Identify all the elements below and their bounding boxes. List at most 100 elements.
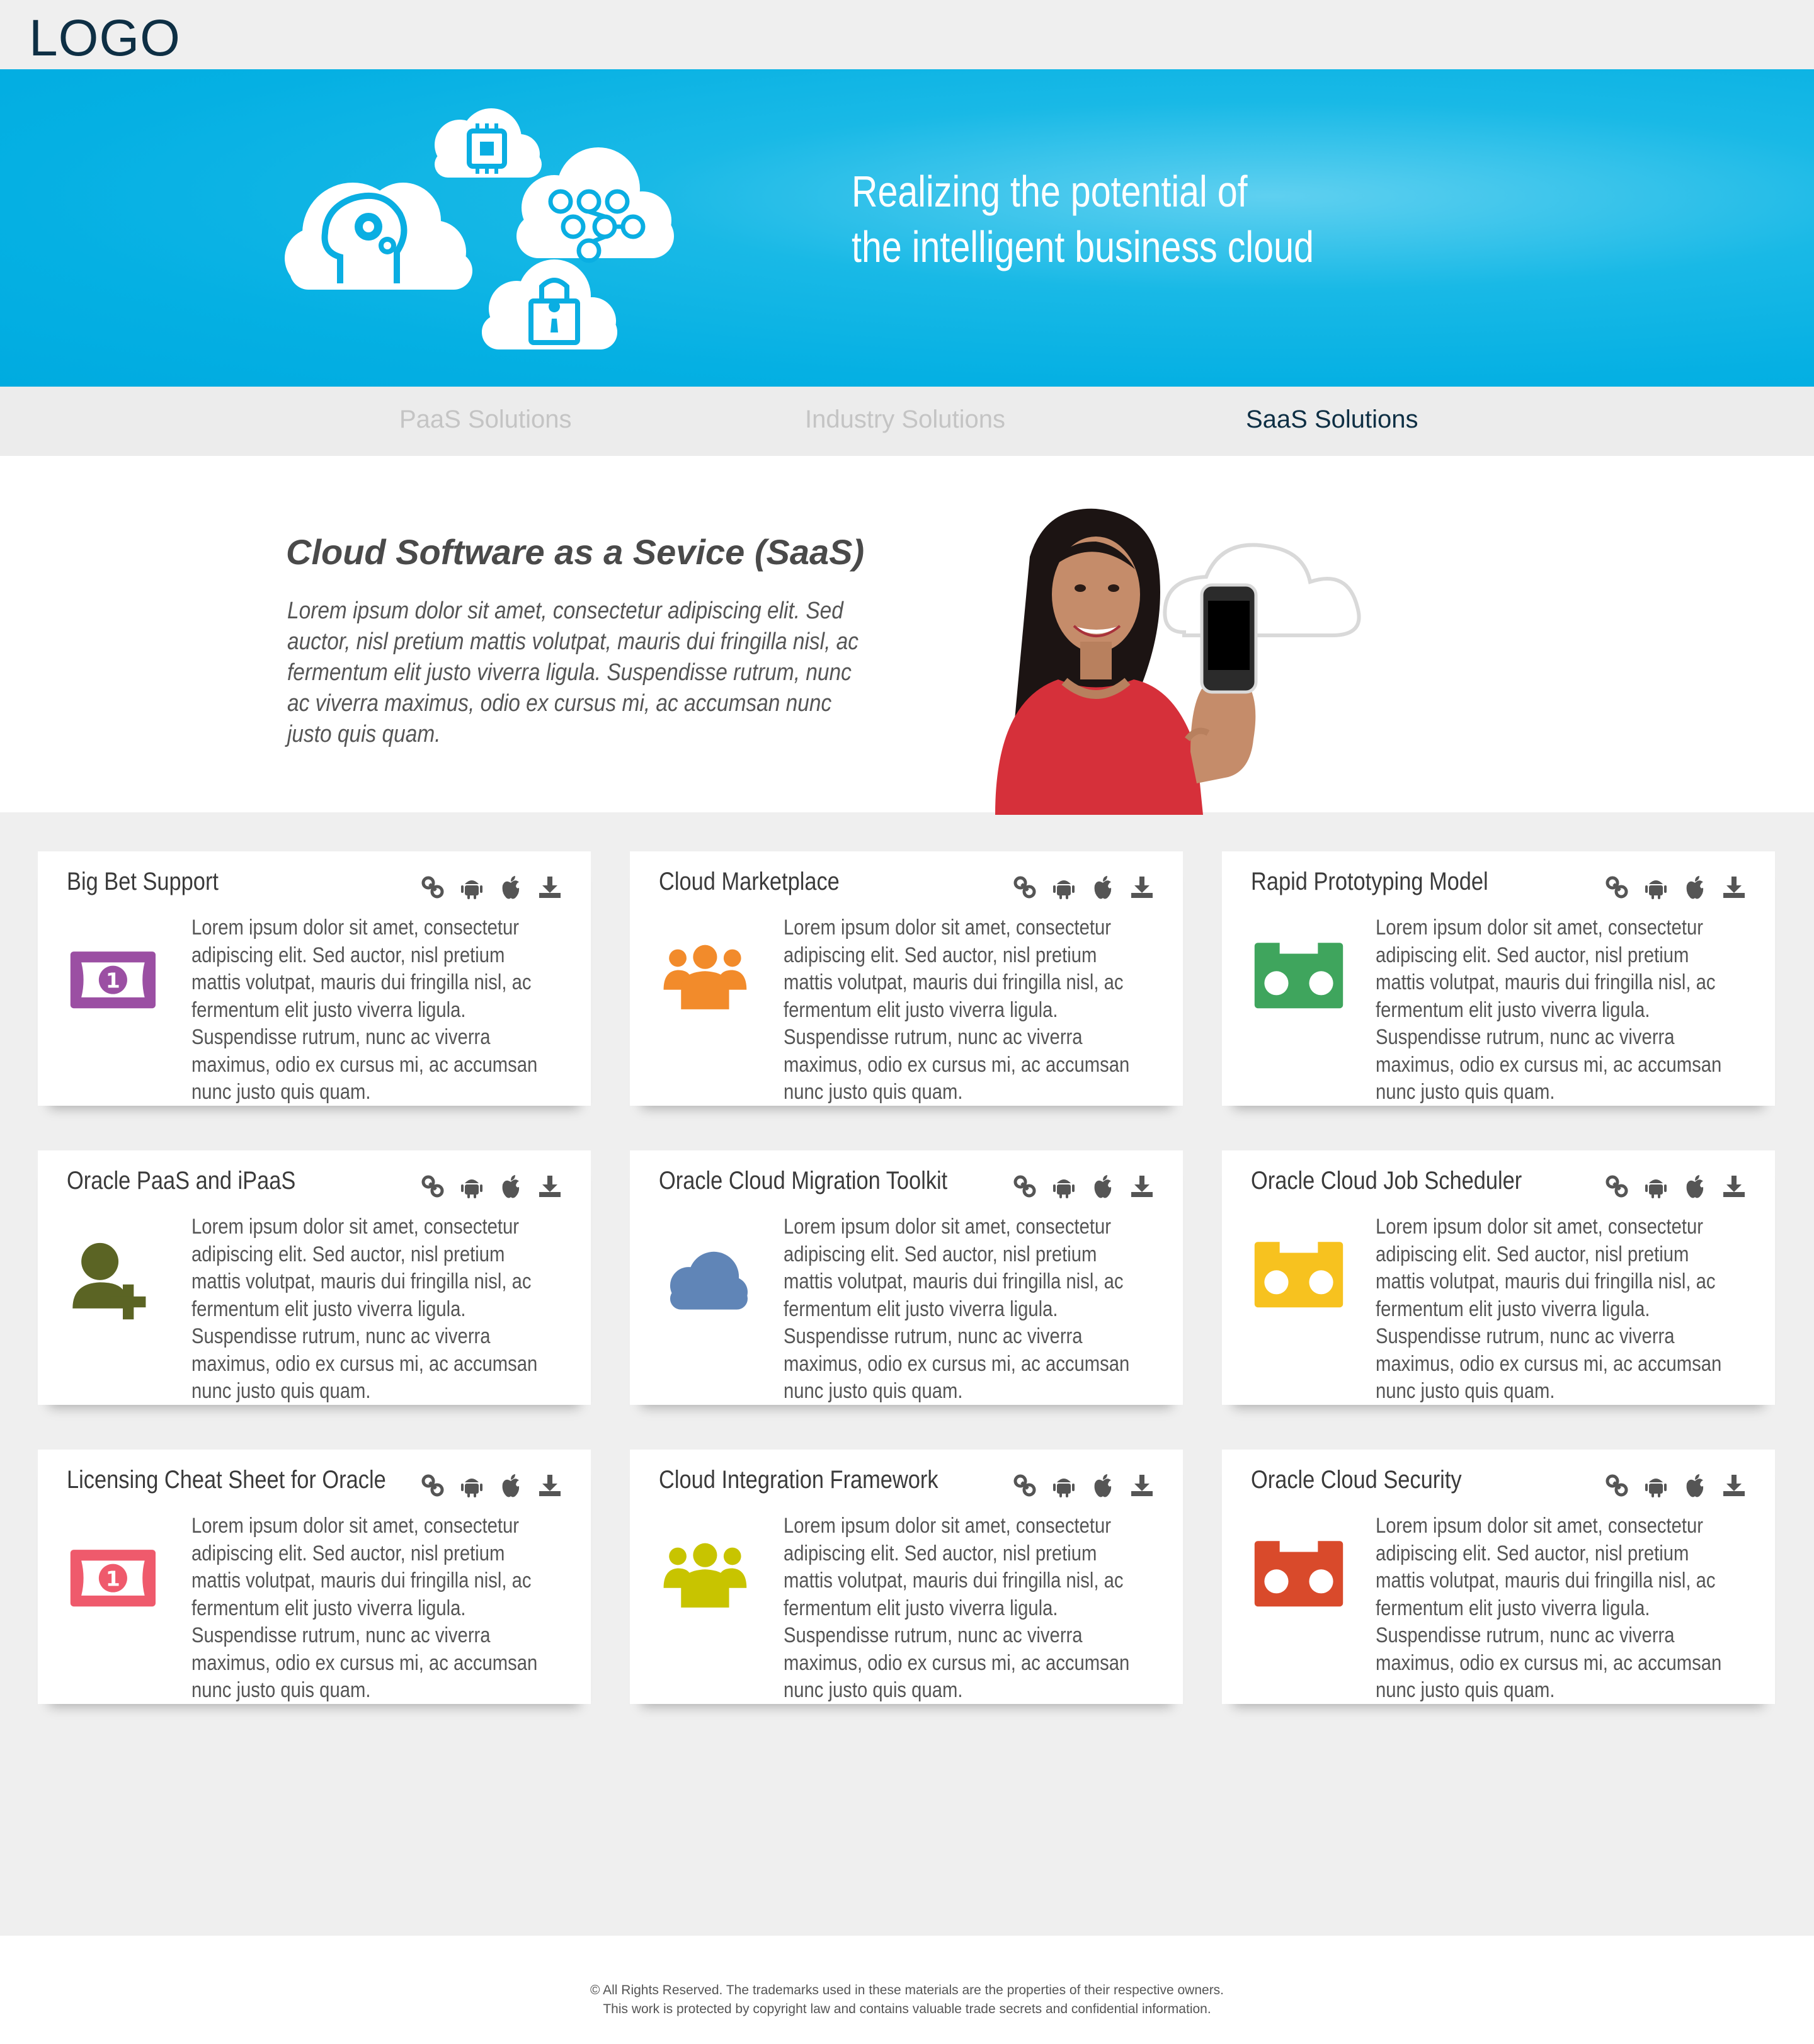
apple-icon[interactable] <box>1090 1472 1116 1499</box>
card-actions <box>1604 874 1747 900</box>
download-icon[interactable] <box>537 1472 563 1499</box>
download-icon[interactable] <box>537 1173 563 1200</box>
intro-text: Lorem ipsum dolor sit amet, consectetur … <box>287 598 859 747</box>
card-description: Lorem ipsum dolor sit amet, consectetur … <box>784 1514 1130 1702</box>
card-actions <box>419 874 563 900</box>
box-icon <box>1254 940 1343 1009</box>
link-icon[interactable] <box>419 1173 446 1200</box>
apple-icon[interactable] <box>1090 874 1116 900</box>
card-title[interactable]: Licensing Cheat Sheet for Oracle <box>67 1466 386 1494</box>
card-actions <box>1012 874 1155 900</box>
card-description: Lorem ipsum dolor sit amet, consectetur … <box>1376 916 1722 1104</box>
android-icon[interactable] <box>1051 1472 1077 1499</box>
card-actions <box>1604 1173 1747 1200</box>
solution-card[interactable]: Licensing Cheat Sheet for Oracle 1 Lorem i… <box>38 1450 591 1704</box>
apple-icon[interactable] <box>1682 1472 1708 1499</box>
download-icon[interactable] <box>1129 1472 1155 1499</box>
apple-icon[interactable] <box>498 1472 524 1499</box>
card-description: Lorem ipsum dolor sit amet, consectetur … <box>1376 1514 1722 1702</box>
download-icon[interactable] <box>1721 1173 1747 1200</box>
apple-icon[interactable] <box>1682 1173 1708 1200</box>
apple-icon[interactable] <box>1090 1173 1116 1200</box>
download-icon[interactable] <box>1129 1173 1155 1200</box>
download-icon[interactable] <box>1129 874 1155 900</box>
apple-icon[interactable] <box>498 874 524 900</box>
card-actions <box>1012 1173 1155 1200</box>
cloud-icon <box>670 1251 748 1310</box>
money-bill-icon: 1 <box>70 1550 156 1607</box>
footer: © All Rights Reserved. The trademarks us… <box>0 1936 1814 2044</box>
link-icon[interactable] <box>1604 1173 1630 1200</box>
download-icon[interactable] <box>1721 874 1747 900</box>
woman-with-phone-image <box>995 508 1361 815</box>
svg-text:1: 1 <box>106 1566 120 1591</box>
solution-card[interactable]: Oracle Cloud Migration Toolkit Lorem ipsu… <box>630 1150 1183 1405</box>
link-icon[interactable] <box>419 874 446 900</box>
solution-card[interactable]: Oracle Cloud Security Lorem ipsum dolor s… <box>1222 1450 1775 1704</box>
android-icon[interactable] <box>1051 1173 1077 1200</box>
card-title[interactable]: Cloud Integration Framework <box>659 1466 938 1494</box>
card-title[interactable]: Oracle PaaS and iPaaS <box>67 1167 295 1195</box>
card-description: Lorem ipsum dolor sit amet, consectetur … <box>784 1215 1130 1403</box>
svg-text:1: 1 <box>106 968 120 992</box>
solution-card[interactable]: Cloud Integration Framework Lorem ipsum d… <box>630 1450 1183 1704</box>
box-icon <box>1254 1239 1343 1308</box>
android-icon[interactable] <box>1643 1173 1669 1200</box>
box-icon <box>1254 1538 1343 1607</box>
card-title[interactable]: Rapid Prototyping Model <box>1251 868 1488 896</box>
card-title[interactable]: Oracle Cloud Security <box>1251 1466 1462 1494</box>
solutions-nav: PaaS Solutions Industry Solutions SaaS S… <box>0 387 1814 456</box>
link-icon[interactable] <box>1012 1472 1038 1499</box>
logo[interactable]: LOGO <box>29 9 181 68</box>
cloud-outline-icon <box>1163 543 1361 637</box>
hero-title-line-2: the intelligent business cloud <box>852 222 1314 271</box>
card-title[interactable]: Oracle Cloud Migration Toolkit <box>659 1167 947 1195</box>
download-icon[interactable] <box>1721 1472 1747 1499</box>
nav-saas-solutions[interactable]: SaaS Solutions <box>1246 406 1418 434</box>
apple-icon[interactable] <box>1682 874 1708 900</box>
card-description: Lorem ipsum dolor sit amet, consectetur … <box>191 1215 538 1403</box>
link-icon[interactable] <box>1604 874 1630 900</box>
card-title[interactable]: Cloud Marketplace <box>659 868 840 896</box>
money-bill-icon: 1 <box>70 951 156 1009</box>
download-icon[interactable] <box>537 874 563 900</box>
android-icon[interactable] <box>1643 874 1669 900</box>
link-icon[interactable] <box>419 1472 446 1499</box>
link-icon[interactable] <box>1604 1472 1630 1499</box>
nav-paas-solutions[interactable]: PaaS Solutions <box>399 406 572 434</box>
android-icon[interactable] <box>1643 1472 1669 1499</box>
card-title[interactable]: Oracle Cloud Job Scheduler <box>1251 1167 1522 1195</box>
android-icon[interactable] <box>459 1472 485 1499</box>
android-icon[interactable] <box>459 1173 485 1200</box>
card-actions <box>1012 1472 1155 1499</box>
footer-notice: This work is protected by copyright law … <box>603 2002 1211 2016</box>
link-icon[interactable] <box>1012 874 1038 900</box>
card-title[interactable]: Big Bet Support <box>67 868 219 896</box>
footer-copyright: © All Rights Reserved. The trademarks us… <box>590 1983 1224 1997</box>
card-description: Lorem ipsum dolor sit amet, consectetur … <box>191 1514 538 1702</box>
android-icon[interactable] <box>459 874 485 900</box>
hero-title: Realizing the potential of the intellige… <box>852 164 1415 275</box>
card-actions <box>1604 1472 1747 1499</box>
card-description: Lorem ipsum dolor sit amet, consectetur … <box>191 916 538 1104</box>
users-icon <box>663 945 747 1009</box>
hero-banner: Realizing the potential of the intellige… <box>0 69 1814 387</box>
card-actions <box>419 1472 563 1499</box>
card-actions <box>419 1173 563 1200</box>
solution-card[interactable]: Oracle PaaS and iPaaS Lorem ipsum dolor s… <box>38 1150 591 1405</box>
solution-card[interactable]: Rapid Prototyping Model Lorem ipsum dolor… <box>1222 851 1775 1106</box>
solution-card[interactable]: Oracle Cloud Job Scheduler Lorem ipsum do… <box>1222 1150 1775 1405</box>
intro-title: Cloud Software as a Sevice (SaaS) <box>286 532 865 572</box>
link-icon[interactable] <box>1012 1173 1038 1200</box>
solution-card[interactable]: Big Bet Support 1 Lorem ipsum dolor sit am… <box>38 851 591 1106</box>
card-description: Lorem ipsum dolor sit amet, consectetur … <box>784 916 1130 1104</box>
solution-card[interactable]: Cloud Marketplace Lorem ipsum dolor sit a… <box>630 851 1183 1106</box>
nav-industry-solutions[interactable]: Industry Solutions <box>805 406 1005 434</box>
saas-intro-section: Cloud Software as a Sevice (SaaS) Lorem … <box>0 456 1814 815</box>
top-bar: LOGO <box>0 0 1814 69</box>
apple-icon[interactable] <box>498 1173 524 1200</box>
android-icon[interactable] <box>1051 874 1077 900</box>
users-icon <box>663 1543 747 1608</box>
hero-title-line-1: Realizing the potential of <box>852 167 1248 216</box>
cloud-intelligence-illustration <box>285 108 674 349</box>
